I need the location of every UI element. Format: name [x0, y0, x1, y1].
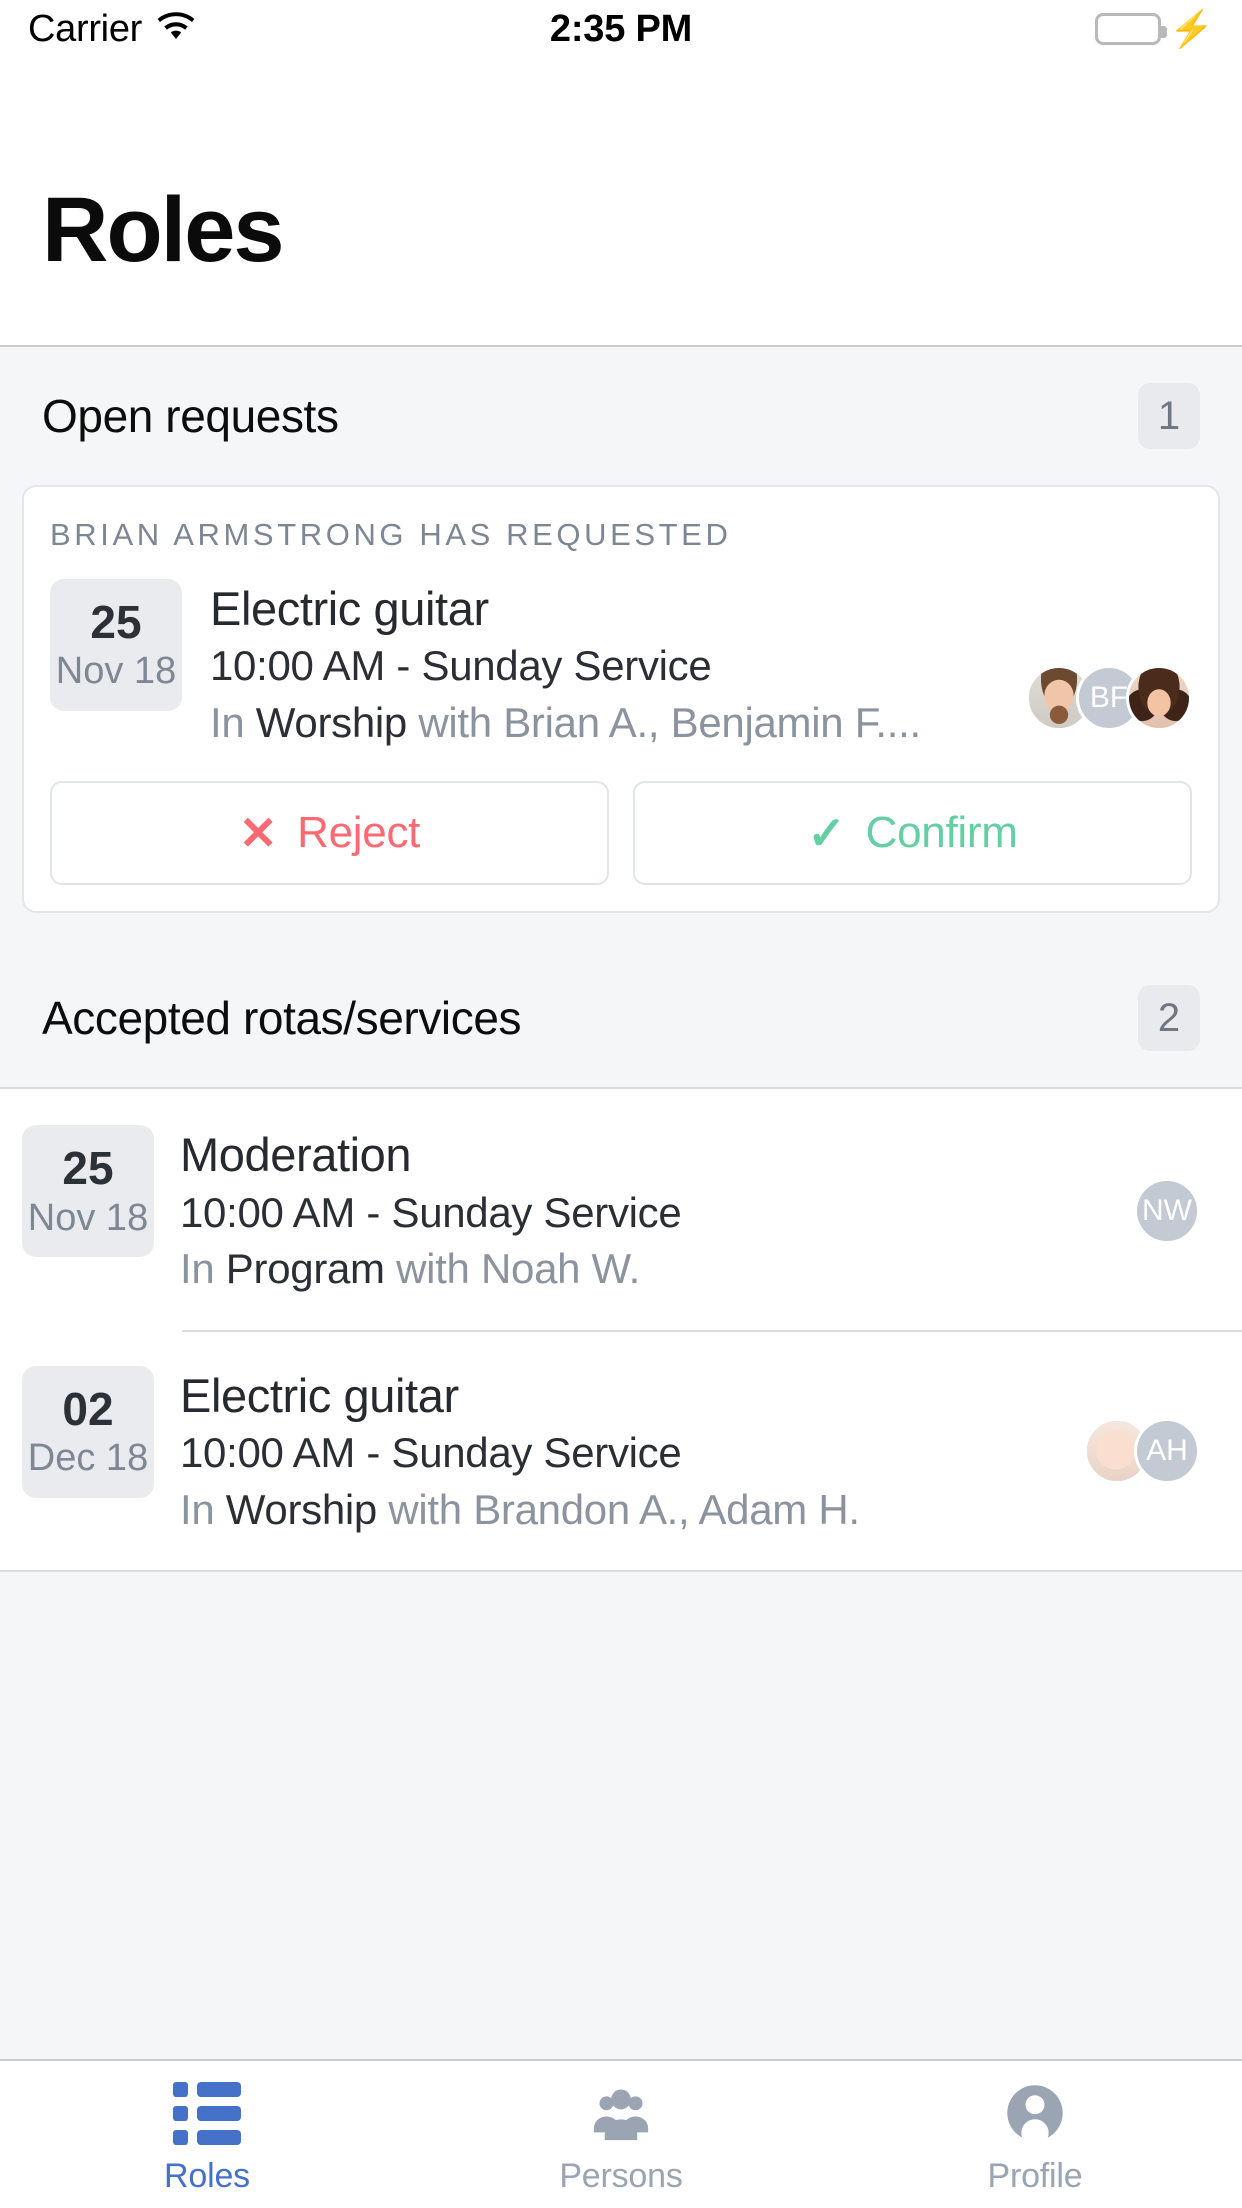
content-scroll-area[interactable]: Open requests 1 BRIAN ARMSTRONG HAS REQU… — [0, 347, 1242, 2059]
row1-team-members: In Worship with Brandon A., Adam H. — [180, 1484, 1074, 1537]
list-item[interactable]: 25 Nov 18 Moderation 10:00 AM - Sunday S… — [0, 1089, 1242, 1329]
row1-meta-suffix: with Brandon A., Adam H. — [376, 1485, 860, 1533]
request-role-title: Electric guitar — [210, 582, 489, 635]
row1-text-block: Electric guitar 10:00 AM - Sunday Servic… — [154, 1366, 1074, 1536]
accepted-title: Accepted rotas/services — [42, 992, 522, 1045]
request-meta-prefix: In — [210, 698, 256, 746]
row0-avatar-group: NW — [1134, 1177, 1200, 1244]
row1-role-title: Electric guitar — [180, 1368, 459, 1422]
tab-roles[interactable]: Roles — [0, 2061, 414, 2208]
status-bar: Carrier 2:35 PM ⚡ — [0, 0, 1242, 58]
request-text-block: Electric guitar 10:00 AM - Sunday Servic… — [182, 579, 1016, 749]
adam-h-avatar: AH — [1134, 1418, 1200, 1485]
row0-date-box: 25 Nov 18 — [22, 1125, 154, 1258]
open-request-card-wrapper: BRIAN ARMSTRONG HAS REQUESTED 25 Nov 18 … — [0, 485, 1242, 949]
noah-w-avatar: NW — [1134, 1177, 1200, 1244]
list-icon — [173, 2081, 241, 2145]
navigation-bar: Roles — [0, 58, 1242, 347]
row0-role-title: Moderation — [180, 1128, 412, 1182]
request-service-time: 10:00 AM - Sunday Service — [210, 642, 712, 690]
open-requests-count-badge: 1 — [1138, 383, 1200, 449]
request-avatar-group: BF — [1026, 665, 1192, 749]
request-date-box: 25 Nov 18 — [50, 579, 182, 711]
row1-date-day: 02 — [62, 1382, 114, 1435]
row0-date-month: Nov 18 — [27, 1196, 149, 1239]
cross-icon: ✕ — [238, 807, 278, 860]
third-member-avatar — [1126, 665, 1192, 732]
row0-meta-prefix: In — [180, 1245, 226, 1293]
accepted-count-badge: 2 — [1138, 985, 1200, 1052]
row0-service-time: 10:00 AM - Sunday Service — [180, 1188, 682, 1236]
lightning-bolt-icon: ⚡ — [1169, 8, 1214, 49]
confirm-button[interactable]: ✓ Confirm — [633, 781, 1192, 886]
reject-button[interactable]: ✕ Reject — [50, 781, 609, 886]
confirm-button-label: Confirm — [865, 808, 1018, 858]
request-team-members: In Worship with Brian A., Benjamin F.... — [210, 697, 1016, 750]
tab-roles-label: Roles — [164, 2157, 250, 2195]
app-screen: Carrier 2:35 PM ⚡ Roles Open requests 1 … — [0, 0, 1242, 2208]
bottom-tab-bar: Roles Persons Profile — [0, 2059, 1242, 2208]
request-action-buttons: ✕ Reject ✓ Confirm — [50, 781, 1192, 886]
row0-team-members: In Program with Noah W. — [180, 1243, 1124, 1296]
request-detail-row: 25 Nov 18 Electric guitar 10:00 AM - Sun… — [50, 579, 1192, 749]
section-header-accepted: Accepted rotas/services 2 — [0, 949, 1242, 1088]
row1-date-box: 02 Dec 18 — [22, 1365, 154, 1498]
open-requests-title: Open requests — [42, 390, 339, 442]
tab-profile-label: Profile — [987, 2157, 1083, 2195]
status-bar-left: Carrier — [28, 8, 550, 51]
row1-meta-prefix: In — [180, 1485, 226, 1533]
battery-full-icon — [1095, 13, 1168, 45]
row0-date-day: 25 — [62, 1142, 114, 1195]
row0-text-block: Moderation 10:00 AM - Sunday Service In … — [154, 1125, 1124, 1295]
request-date-month: Nov 18 — [55, 650, 177, 693]
tab-profile[interactable]: Profile — [828, 2061, 1242, 2208]
reject-button-label: Reject — [297, 808, 421, 858]
accepted-list: 25 Nov 18 Moderation 10:00 AM - Sunday S… — [0, 1087, 1242, 1573]
request-meta-suffix: with Brian A., Benjamin F.... — [406, 698, 921, 746]
row1-date-month: Dec 18 — [27, 1437, 149, 1480]
check-icon: ✓ — [807, 807, 846, 860]
request-date-day: 25 — [90, 595, 142, 648]
carrier-label: Carrier — [28, 7, 143, 50]
row0-meta-team: Program — [225, 1245, 385, 1293]
request-kicker: BRIAN ARMSTRONG HAS REQUESTED — [50, 517, 732, 552]
row0-meta-suffix: with Noah W. — [384, 1245, 640, 1293]
person-circle-icon — [1003, 2083, 1067, 2144]
row1-meta-team: Worship — [225, 1485, 377, 1533]
row1-service-time: 10:00 AM - Sunday Service — [180, 1429, 682, 1477]
empty-area — [0, 1572, 1242, 1913]
row1-avatar-group: AH — [1084, 1418, 1200, 1485]
section-header-open-requests: Open requests 1 — [0, 347, 1242, 485]
open-request-card[interactable]: BRIAN ARMSTRONG HAS REQUESTED 25 Nov 18 … — [22, 485, 1220, 914]
tab-persons-label: Persons — [559, 2157, 683, 2195]
tab-persons[interactable]: Persons — [414, 2061, 828, 2208]
people-icon — [589, 2083, 653, 2143]
request-meta-team: Worship — [255, 698, 407, 746]
list-item[interactable]: 02 Dec 18 Electric guitar 10:00 AM - Sun… — [0, 1329, 1242, 1570]
wifi-icon — [156, 11, 196, 48]
page-title: Roles — [42, 179, 285, 281]
status-bar-right: ⚡ — [692, 11, 1214, 47]
status-bar-clock: 2:35 PM — [549, 7, 693, 50]
